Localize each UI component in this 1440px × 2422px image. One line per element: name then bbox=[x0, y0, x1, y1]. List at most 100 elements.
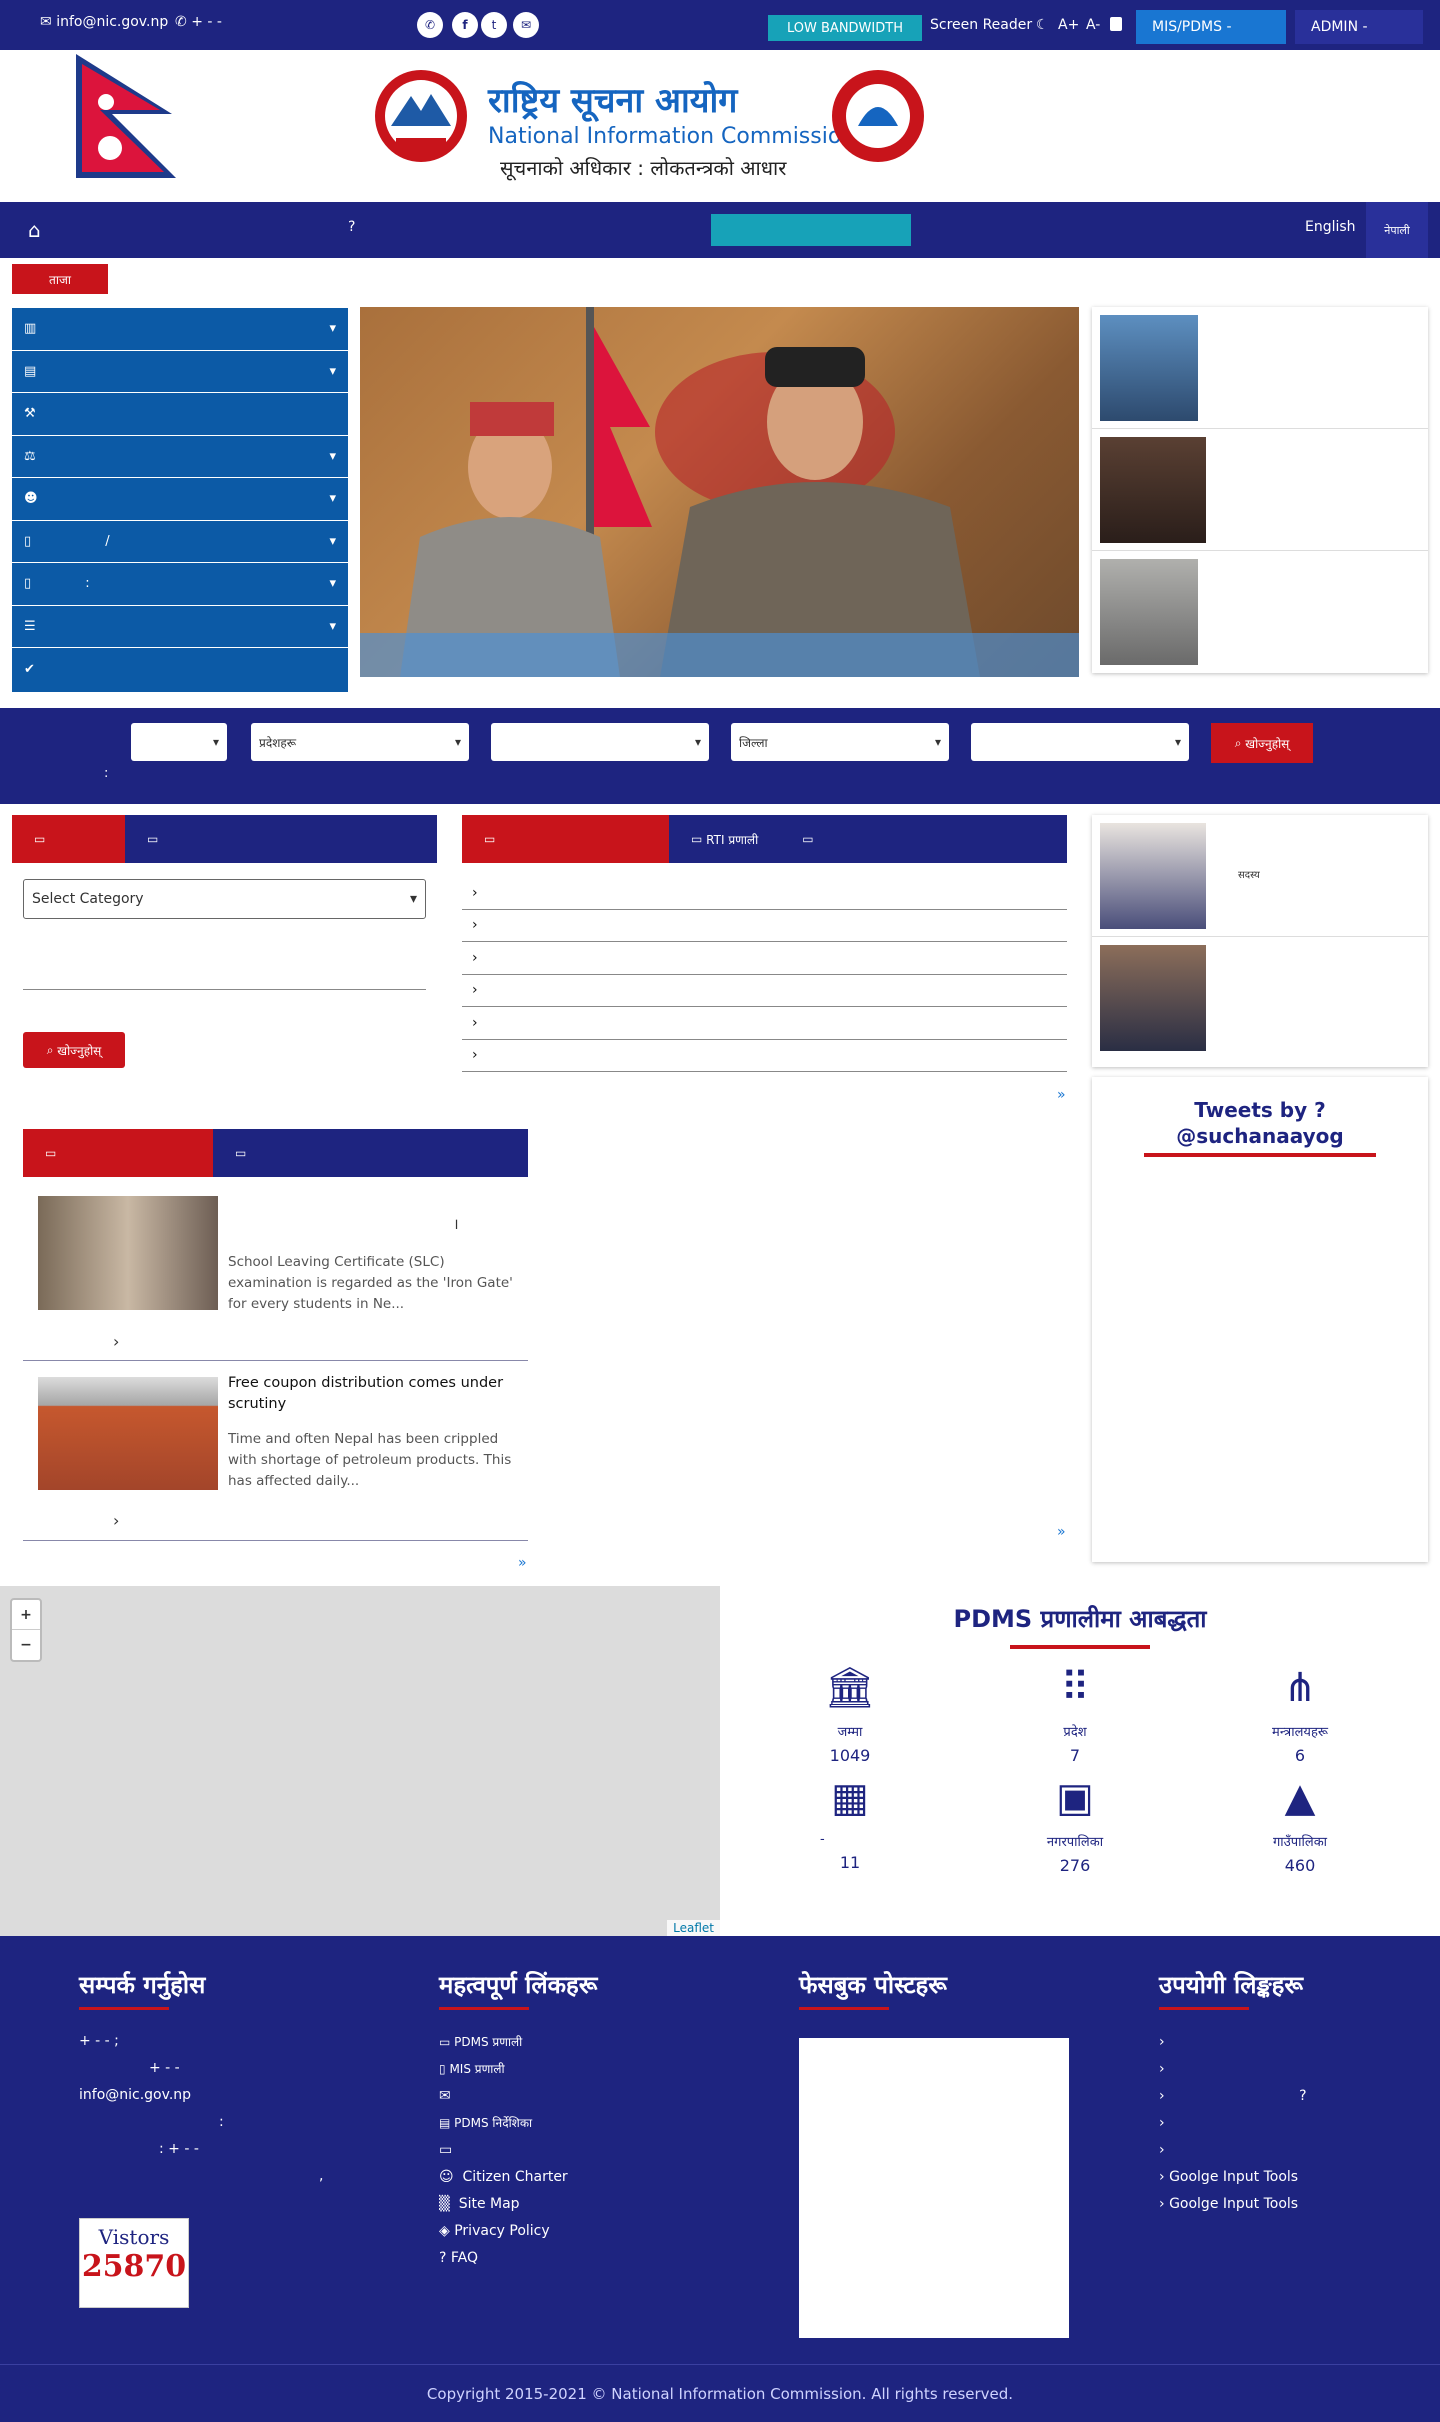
search-bar[interactable] bbox=[711, 214, 911, 246]
site-slogan: सूचनाको अधिकार : लोकतन्त्रको आधार bbox=[500, 156, 787, 180]
filter-select-district[interactable]: जिल्ला ▾ bbox=[731, 723, 949, 761]
text-input-line[interactable] bbox=[23, 989, 426, 990]
more-link[interactable]: » bbox=[518, 1555, 527, 1571]
useful-link[interactable]: › Goolge Input Tools bbox=[1159, 2163, 1419, 2190]
caret-down-icon: ▾ bbox=[329, 448, 336, 464]
link-citizen-charter[interactable]: ☺ Citizen Charter bbox=[439, 2163, 739, 2190]
more-link[interactable]: » bbox=[1057, 1087, 1066, 1103]
zoom-in-button[interactable]: + bbox=[12, 1600, 40, 1630]
side-menu-item-2[interactable]: ▤ ▾ bbox=[12, 351, 348, 393]
article-item-1[interactable]: । School Leaving Certificate (SLC) exami… bbox=[23, 1186, 528, 1361]
email-contact[interactable]: ✉ info@nic.gov.np bbox=[40, 14, 168, 30]
font-decrease-button[interactable]: A- bbox=[1086, 17, 1100, 33]
articles-tab-1[interactable]: ▭ bbox=[23, 1129, 213, 1177]
side-menu-item-4[interactable]: ⚖ ▾ bbox=[12, 436, 348, 478]
filter-search-button[interactable]: ⌕ खोज्नुहोस् bbox=[1211, 723, 1313, 763]
chevron-right-icon[interactable]: › bbox=[113, 1511, 119, 1530]
link-site-map[interactable]: ▒ Site Map bbox=[439, 2190, 739, 2217]
article-excerpt: School Leaving Certificate (SLC) examina… bbox=[228, 1254, 513, 1312]
more-link[interactable]: » bbox=[1057, 1524, 1066, 1540]
useful-link[interactable]: › bbox=[1159, 2109, 1419, 2136]
officials-card bbox=[1092, 307, 1428, 673]
side-menu-item-8[interactable]: ☰ ▾ bbox=[12, 606, 348, 648]
contrast-icon[interactable] bbox=[1110, 17, 1122, 31]
map-attribution[interactable]: Leaflet bbox=[667, 1920, 720, 1936]
language-english-button[interactable]: English bbox=[1305, 219, 1356, 235]
official-1[interactable] bbox=[1092, 307, 1428, 429]
side-menu-item-3[interactable]: ⚒ bbox=[12, 393, 348, 436]
useful-link[interactable]: › bbox=[1159, 2028, 1419, 2055]
contact-line: , bbox=[319, 2168, 324, 2184]
admin-dropdown[interactable]: ADMIN - bbox=[1295, 10, 1423, 44]
twitter-icon[interactable]: t bbox=[481, 12, 507, 38]
middle-tab-1[interactable]: ▭ bbox=[462, 815, 669, 863]
link-email[interactable]: ✉ bbox=[439, 2082, 739, 2109]
middle-tab-3[interactable]: ▭ bbox=[780, 815, 835, 863]
category-search-button[interactable]: ⌕ खोज्नुहोस् bbox=[23, 1032, 125, 1068]
member-2[interactable] bbox=[1092, 937, 1428, 1059]
official-2[interactable] bbox=[1092, 429, 1428, 551]
chevron-right-icon[interactable]: › bbox=[113, 1332, 119, 1351]
contact-email[interactable]: info@nic.gov.np bbox=[79, 2082, 379, 2109]
middle-tab-rti[interactable]: ▭ RTI प्रणाली bbox=[669, 815, 780, 863]
chevron-right-icon: › bbox=[1159, 2060, 1165, 2077]
hero-carousel-image[interactable] bbox=[360, 307, 1079, 677]
category-select[interactable]: Select Category ▾ bbox=[23, 879, 426, 919]
home-icon[interactable]: ⌂ bbox=[28, 218, 41, 242]
link-pdms-directory[interactable]: ▤ PDMS निर्देशिका bbox=[439, 2109, 739, 2136]
side-menu-item-9[interactable]: ✔ bbox=[12, 648, 348, 691]
list-item[interactable]: › bbox=[462, 1007, 1067, 1040]
articles-tab-2[interactable]: ▭ bbox=[213, 1129, 268, 1177]
book-icon: ▤ bbox=[439, 2115, 451, 2130]
useful-link[interactable]: › bbox=[1159, 2055, 1419, 2082]
map-area[interactable]: + − Leaflet bbox=[0, 1586, 720, 1936]
language-nepali-button[interactable]: नेपाली bbox=[1366, 202, 1428, 258]
useful-link[interactable]: › bbox=[1159, 2136, 1419, 2163]
side-menu-item-1[interactable]: ▥ ▾ bbox=[12, 308, 348, 351]
members-card: सदस्य bbox=[1092, 815, 1428, 1067]
filter-select-province[interactable]: प्रदेशहरू ▾ bbox=[251, 723, 469, 761]
filter-note: : bbox=[104, 766, 109, 781]
useful-link-google-input-tools[interactable]: › Goolge Input ToolsGoolge Input Tools bbox=[1159, 2190, 1419, 2217]
article-thumbnail bbox=[38, 1377, 218, 1490]
nav-question-item[interactable]: ? bbox=[348, 219, 355, 235]
phone-circle-icon[interactable]: ✆ bbox=[417, 12, 443, 38]
zoom-out-button[interactable]: − bbox=[12, 1630, 40, 1660]
list-item[interactable]: › bbox=[462, 1040, 1067, 1072]
low-bandwidth-button[interactable]: LOW BANDWIDTH bbox=[768, 15, 922, 41]
facebook-feed[interactable] bbox=[799, 2038, 1069, 2338]
list-item[interactable]: › bbox=[462, 942, 1067, 975]
side-menu-item-7[interactable]: ▯ : ▾ bbox=[12, 563, 348, 606]
contact-lines: + - - ; + - - info@nic.gov.np : : + - - … bbox=[79, 2028, 379, 2190]
list-item[interactable]: › bbox=[462, 910, 1067, 942]
link-newspaper[interactable]: ▭ bbox=[439, 2136, 739, 2163]
link-privacy-policy[interactable]: ◈ Privacy Policy bbox=[439, 2217, 739, 2244]
side-menu-item-5[interactable]: ☻ ▾ bbox=[12, 478, 348, 521]
facebook-icon[interactable]: f bbox=[452, 12, 478, 38]
official-3[interactable] bbox=[1092, 551, 1428, 673]
list-item[interactable]: › bbox=[462, 877, 1067, 910]
link-faq[interactable]: ? FAQ bbox=[439, 2244, 739, 2271]
newspaper-icon: ▭ bbox=[484, 832, 496, 846]
filter-bar: ▾ प्रदेशहरू ▾ ▾ जिल्ला ▾ ▾ ⌕ खोज्नुहोस् : bbox=[0, 708, 1440, 804]
screen-reader-link[interactable]: Screen Reader bbox=[930, 17, 1032, 33]
filter-select-3[interactable]: ▾ bbox=[491, 723, 709, 761]
left-tab-1[interactable]: ▭ bbox=[12, 815, 125, 863]
dark-mode-icon[interactable]: ☾ bbox=[1036, 17, 1049, 33]
useful-link[interactable]: › ? bbox=[1159, 2082, 1419, 2109]
list-item[interactable]: › bbox=[462, 975, 1067, 1007]
font-increase-button[interactable]: A+ bbox=[1058, 17, 1079, 33]
article-item-2[interactable]: Free coupon distribution comes under scr… bbox=[23, 1365, 528, 1541]
mobile-icon: ▯ bbox=[439, 2061, 446, 2076]
mis-pdms-dropdown[interactable]: MIS/PDMS - bbox=[1136, 10, 1286, 44]
side-menu-item-6[interactable]: ▯ / ▾ bbox=[12, 521, 348, 563]
site-title-english: National Information Commission bbox=[488, 124, 856, 149]
filter-select-1[interactable]: ▾ bbox=[131, 723, 227, 761]
mail-circle-icon[interactable]: ✉ bbox=[513, 12, 539, 38]
link-pdms[interactable]: ▭ PDMS प्रणाली bbox=[439, 2028, 739, 2055]
member-1[interactable]: सदस्य bbox=[1092, 815, 1428, 937]
link-mis[interactable]: ▯ MIS प्रणाली bbox=[439, 2055, 739, 2082]
filter-select-5[interactable]: ▾ bbox=[971, 723, 1189, 761]
users-icon: ☻ bbox=[24, 491, 38, 507]
left-tab-2[interactable]: ▭ bbox=[125, 815, 180, 863]
